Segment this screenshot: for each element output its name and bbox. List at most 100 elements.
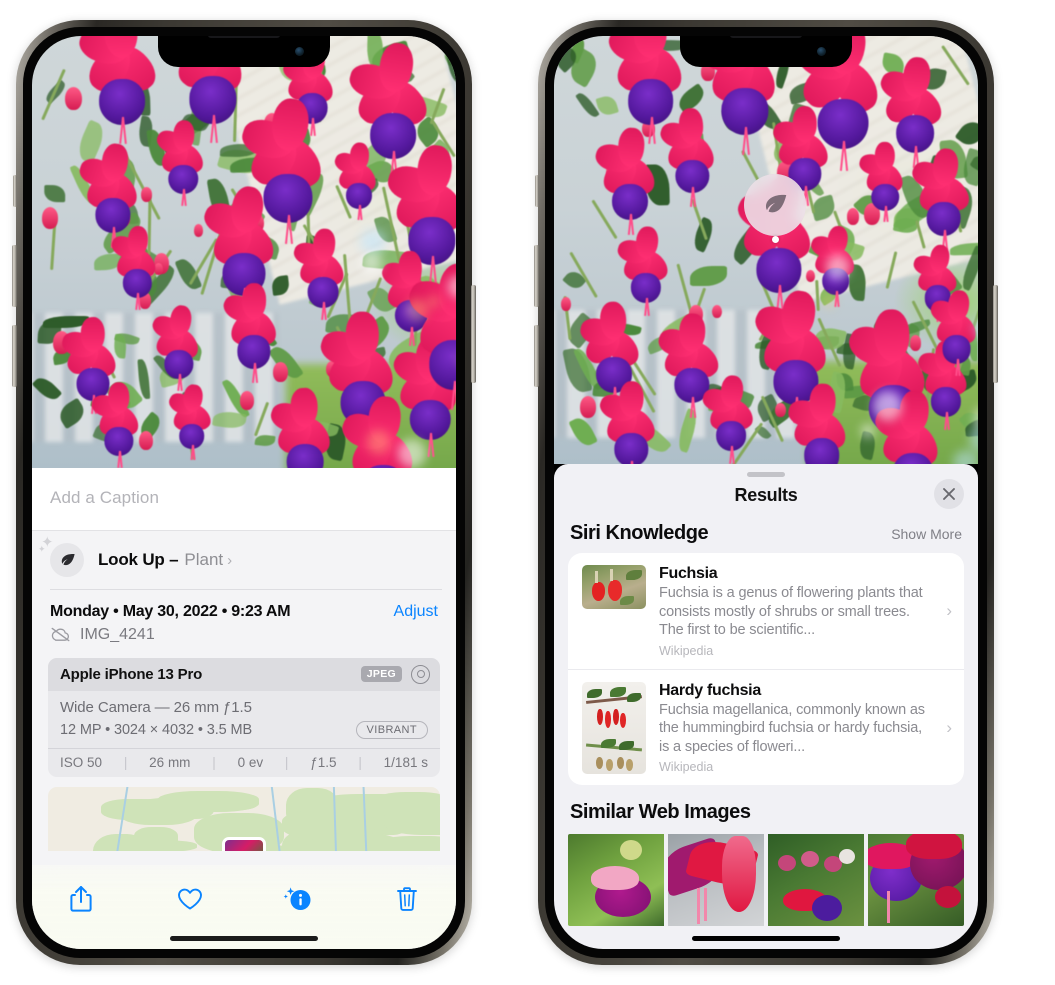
bokeh-highlight: [366, 429, 391, 454]
icloud-slash-icon: [51, 627, 70, 642]
results-sheet: Results Siri Knowledge Show More Fuchsia…: [554, 464, 978, 949]
iphone-right-device: Results Siri Knowledge Show More Fuchsia…: [534, 20, 998, 965]
fuchsia-flower: [696, 36, 786, 155]
lens-info: Wide Camera — 26 mm ƒ1.5: [60, 698, 252, 716]
knowledge-card-body: Fuchsia Fuchsia is a genus of flowering p…: [659, 565, 929, 658]
side-power-button[interactable]: [993, 285, 998, 383]
heart-icon: [177, 888, 202, 910]
front-camera-icon: [817, 47, 826, 56]
info-button[interactable]: [275, 879, 321, 919]
siri-knowledge-header: Siri Knowledge Show More: [554, 520, 978, 553]
corolla: [803, 438, 840, 464]
bokeh-highlight: [361, 252, 382, 273]
device-bezel: Add a Caption ✦ ✦ Look Up – Plant › Mond…: [23, 27, 465, 958]
screenshot-root: Add a Caption ✦ ✦ Look Up – Plant › Mond…: [0, 0, 1055, 985]
fuchsia-flower: [597, 381, 661, 464]
favorite-button[interactable]: [167, 879, 213, 919]
location-map-thumbnail[interactable]: [48, 786, 440, 851]
knowledge-card-description: Fuchsia is a genus of flowering plants t…: [659, 585, 923, 639]
volume-up-button[interactable]: [12, 245, 17, 307]
share-button[interactable]: [58, 879, 104, 919]
map-green-area: [168, 797, 214, 820]
fuchsia-flower: [267, 386, 337, 468]
knowledge-card[interactable]: Fuchsia Fuchsia is a genus of flowering p…: [568, 553, 964, 669]
photo-viewer-image[interactable]: [554, 36, 978, 464]
adjust-button[interactable]: Adjust: [394, 603, 438, 621]
knowledge-card[interactable]: Hardy fuchsia Fuchsia magellanica, common…: [568, 668, 964, 786]
fuchsia-flower: [603, 36, 690, 144]
earpiece-speaker: [208, 36, 280, 38]
corolla: [429, 340, 456, 390]
volume-up-button[interactable]: [534, 245, 539, 307]
flower-bud: [909, 335, 922, 351]
left-screen: Add a Caption ✦ ✦ Look Up – Plant › Mond…: [32, 36, 456, 949]
sepal: [241, 283, 266, 320]
chevron-right-icon: ›: [227, 551, 233, 569]
close-icon: [943, 488, 955, 500]
earpiece-speaker: [730, 36, 802, 38]
front-camera-icon: [295, 47, 304, 56]
volume-down-button[interactable]: [534, 325, 539, 387]
leaf: [174, 256, 202, 293]
exif-value: 1/181 s: [383, 754, 428, 770]
raw-circles-icon: [411, 664, 430, 684]
bokeh-highlight: [822, 295, 836, 308]
flower-bud: [193, 223, 204, 238]
fuchsia-flower: [219, 283, 282, 383]
file-name: IMG_4241: [80, 625, 155, 643]
resolution-info: 12 MP • 3024 × 4032 • 3.5 MB: [60, 721, 253, 738]
web-image-4[interactable]: [868, 834, 964, 927]
fuchsia-flower: [199, 184, 281, 314]
similar-web-images-strip: [568, 834, 964, 927]
volume-down-button[interactable]: [12, 325, 17, 387]
fuchsia-flower: [291, 228, 350, 321]
side-power-button[interactable]: [471, 285, 476, 383]
fuchsia-flower: [108, 225, 162, 310]
visual-look-up-badge[interactable]: [744, 174, 806, 236]
silent-switch[interactable]: [13, 175, 17, 207]
map-photo-pin[interactable]: [222, 836, 266, 851]
camera-card-header: Apple iPhone 13 Pro JPEG: [48, 657, 440, 691]
fuchsia-flower: [876, 55, 949, 169]
device-bezel: Results Siri Knowledge Show More Fuchsia…: [545, 27, 987, 958]
trash-icon: [397, 887, 417, 911]
camera-info-card[interactable]: Apple iPhone 13 Pro JPEG Wide Camera — 2…: [48, 657, 440, 777]
visual-look-up-dot: [772, 236, 779, 243]
silent-switch[interactable]: [535, 175, 539, 207]
flower-bud: [846, 208, 860, 225]
photo-viewer-image[interactable]: [32, 36, 456, 468]
fuchsia-flower: [785, 382, 852, 464]
close-button[interactable]: [934, 479, 964, 509]
flower-bud: [240, 391, 254, 410]
web-image-3[interactable]: [768, 834, 864, 927]
fuchsia-flower: [700, 374, 758, 464]
fuchsia-flower: [926, 289, 978, 376]
camera-card-body: Wide Camera — 26 mm ƒ1.5 12 MP • 3024 × …: [48, 691, 440, 748]
stem: [41, 69, 66, 121]
web-image-1[interactable]: [568, 834, 664, 927]
exif-separator: |: [212, 754, 216, 770]
fuchsia-flower: [76, 142, 143, 248]
share-icon: [70, 886, 92, 912]
caption-placeholder[interactable]: Add a Caption: [50, 488, 438, 508]
fuchsia-flower: [89, 381, 145, 468]
exif-value: 0 ev: [237, 754, 264, 770]
show-more-button[interactable]: Show More: [891, 526, 962, 542]
delete-button[interactable]: [384, 879, 430, 919]
photo-date: Monday • May 30, 2022 • 9:23 AM: [50, 602, 291, 620]
fuchsia-flower: [592, 127, 661, 235]
file-row: IMG_4241: [32, 625, 456, 656]
exif-separator: |: [358, 754, 362, 770]
photo-info-sheet: Add a Caption ✦ ✦ Look Up – Plant › Mond…: [32, 468, 456, 949]
exif-separator: |: [284, 754, 289, 770]
right-screen: Results Siri Knowledge Show More Fuchsia…: [554, 36, 978, 949]
web-image-2[interactable]: [668, 834, 764, 927]
caption-field-row[interactable]: Add a Caption: [32, 468, 456, 531]
home-indicator[interactable]: [692, 936, 840, 941]
format-badge: JPEG: [360, 666, 402, 682]
look-up-row[interactable]: ✦ ✦ Look Up – Plant ›: [32, 531, 456, 589]
home-indicator[interactable]: [170, 936, 318, 941]
corolla: [286, 444, 324, 468]
leaf: [574, 90, 600, 120]
camera-model: Apple iPhone 13 Pro: [60, 665, 203, 683]
